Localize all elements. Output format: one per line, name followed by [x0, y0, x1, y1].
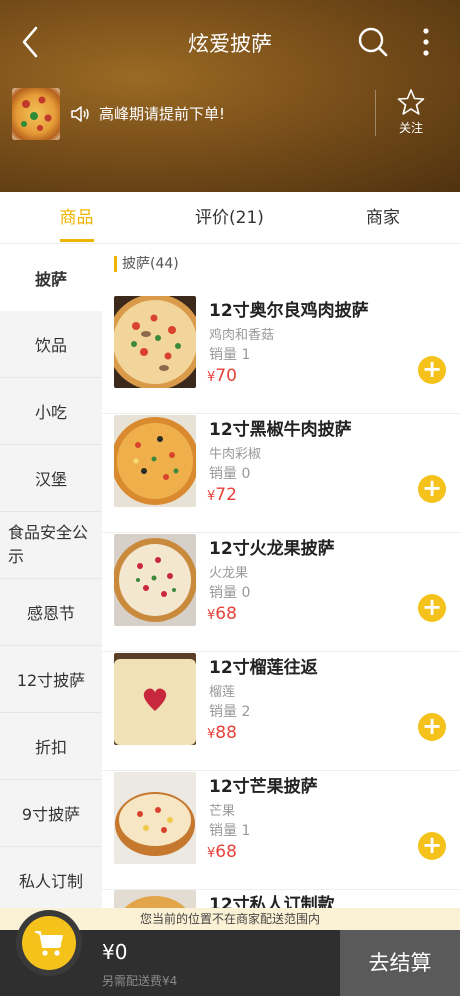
more-button[interactable] [414, 24, 438, 60]
star-icon [397, 89, 425, 115]
product-price: ¥88 [207, 723, 237, 743]
sidebar-item-food-safety[interactable]: 食品安全公示 [0, 512, 102, 579]
product-name: 12寸火龙果披萨 [209, 539, 335, 559]
shop-info-row: 高峰期请提前下单! 关注 [0, 84, 460, 144]
checkout-button[interactable]: 去结算 [340, 930, 460, 996]
product-price: ¥72 [207, 485, 237, 505]
sidebar-item-drinks[interactable]: 饮品 [0, 311, 102, 378]
sidebar-item-discount[interactable]: 折扣 [0, 713, 102, 780]
sidebar-item-custom[interactable]: 私人订制 [0, 847, 102, 908]
category-sidebar: 披萨 饮品 小吃 汉堡 食品安全公示 感恩节 12寸披萨 折扣 9寸披萨 私人订… [0, 244, 102, 908]
product-item[interactable]: 12寸奥尔良鸡肉披萨 鸡肉和香菇 销量 1 ¥70 + [102, 296, 460, 414]
product-desc: 榴莲 [209, 685, 236, 700]
shop-logo [12, 88, 60, 140]
section-title: 披萨(44) [114, 256, 179, 272]
search-button[interactable] [356, 24, 390, 60]
page-title: 炫爱披萨 [188, 32, 272, 56]
product-name: 12寸奥尔良鸡肉披萨 [209, 301, 369, 321]
product-item[interactable]: 12寸榴莲往返 榴莲 销量 2 ¥88 + [102, 653, 460, 771]
plus-icon: + [421, 355, 443, 383]
product-desc: 火龙果 [209, 566, 249, 581]
product-sales: 销量 0 [209, 585, 251, 601]
product-sales: 销量 1 [209, 823, 251, 839]
product-image [114, 890, 196, 908]
product-name: 12寸黑椒牛肉披萨 [209, 420, 352, 440]
add-to-cart-button[interactable]: + [418, 475, 446, 503]
nav-bar: 炫爱披萨 [0, 0, 460, 84]
product-price: ¥68 [207, 842, 237, 862]
sidebar-item-pizza[interactable]: 披萨 [0, 244, 102, 311]
tab-products[interactable]: 商品 [0, 192, 153, 244]
product-price: ¥68 [207, 604, 237, 624]
add-to-cart-button[interactable]: + [418, 832, 446, 860]
shop-header: 炫爱披萨 高峰期请提前下单! 关注 [0, 0, 460, 192]
product-desc: 牛肉彩椒 [209, 447, 262, 462]
follow-label: 关注 [398, 121, 423, 135]
cart-bar: ¥0 另需配送费¥4 去结算 [0, 910, 460, 996]
product-item[interactable]: 12寸火龙果披萨 火龙果 销量 0 ¥68 + [102, 534, 460, 652]
tab-indicator [60, 239, 94, 242]
product-name: 12寸榴莲往返 [209, 658, 318, 678]
sidebar-item-thanksgiving[interactable]: 感恩节 [0, 579, 102, 646]
product-item[interactable]: 12寸黑椒牛肉披萨 牛肉彩椒 销量 0 ¥72 + [102, 415, 460, 533]
product-image [114, 296, 196, 388]
tab-reviews[interactable]: 评价(21) [153, 192, 306, 244]
product-name: 12寸芒果披萨 [209, 777, 318, 797]
plus-icon: + [421, 474, 443, 502]
search-icon [358, 27, 388, 57]
sidebar-item-burgers[interactable]: 汉堡 [0, 445, 102, 512]
divider [375, 90, 376, 136]
product-sales: 销量 1 [209, 347, 251, 363]
follow-button[interactable]: 关注 [390, 88, 432, 140]
delivery-fee: 另需配送费¥4 [102, 974, 178, 988]
product-name: 12寸私人订制款 [209, 895, 335, 908]
add-to-cart-button[interactable]: + [418, 594, 446, 622]
product-image [114, 534, 196, 626]
product-sales: 销量 0 [209, 466, 251, 482]
shop-notice: 高峰期请提前下单! [99, 105, 226, 123]
add-to-cart-button[interactable]: + [418, 713, 446, 741]
product-desc: 鸡肉和香菇 [209, 328, 275, 343]
more-vertical-icon [423, 28, 429, 56]
product-sales: 销量 2 [209, 704, 251, 720]
sidebar-item-12inch[interactable]: 12寸披萨 [0, 646, 102, 713]
product-item[interactable]: 12寸私人订制款 [102, 890, 460, 908]
plus-icon: + [421, 593, 443, 621]
tab-bar: 商品 评价(21) 商家 [0, 192, 460, 244]
sidebar-item-9inch[interactable]: 9寸披萨 [0, 780, 102, 847]
product-item[interactable]: 12寸芒果披萨 芒果 销量 1 ¥68 + [102, 772, 460, 890]
cart-total: ¥0 [102, 940, 128, 964]
product-price: ¥70 [207, 366, 237, 386]
speaker-icon [71, 106, 89, 122]
product-image [114, 653, 196, 745]
plus-icon: + [421, 831, 443, 859]
product-desc: 芒果 [209, 804, 236, 819]
sidebar-item-snacks[interactable]: 小吃 [0, 378, 102, 445]
product-image [114, 415, 196, 507]
add-to-cart-button[interactable]: + [418, 356, 446, 384]
plus-icon: + [421, 712, 443, 740]
shopping-cart-icon [35, 931, 63, 956]
tab-merchant[interactable]: 商家 [306, 192, 460, 244]
cart-button[interactable] [16, 910, 82, 976]
product-list: 披萨(44) 12寸奥尔良鸡肉披萨 鸡肉和香菇 销量 1 ¥70 + 12寸黑椒… [102, 244, 460, 908]
product-image [114, 772, 196, 864]
